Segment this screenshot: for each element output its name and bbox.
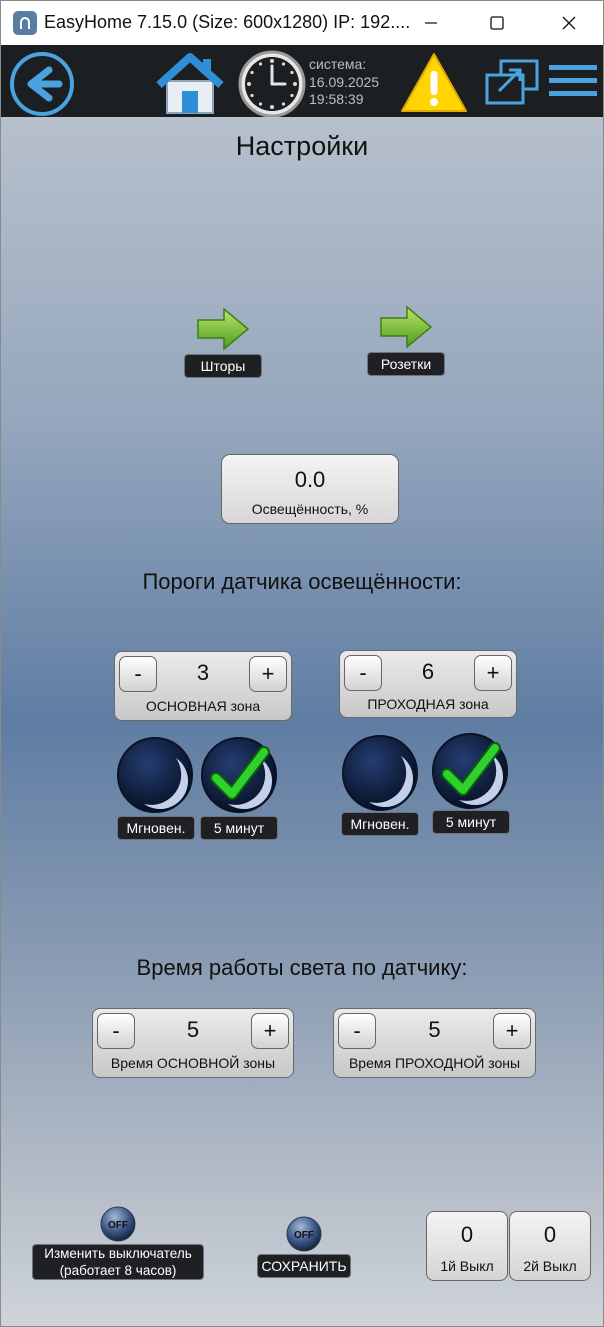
system-datetime: система: 16.09.2025 19:58:39 — [309, 56, 379, 109]
system-time: 19:58:39 — [309, 91, 364, 107]
increment-button[interactable]: + — [493, 1013, 531, 1049]
app-header: система: 16.09.2025 19:58:39 — [1, 45, 603, 118]
green-arrow-icon[interactable] — [379, 305, 433, 349]
system-label: система: — [309, 56, 367, 72]
stepper-caption: ПРОХОДНАЯ зона — [367, 696, 489, 712]
decrement-button[interactable]: - — [344, 655, 382, 691]
mode-instant-button[interactable]: Мгновен. — [341, 812, 419, 836]
thresholds-title: Пороги датчика освещённости: — [142, 569, 462, 594]
worktime-title: Время работы света по датчику: — [136, 955, 468, 980]
window-switch-icon[interactable] — [483, 57, 541, 107]
close-button[interactable] — [541, 1, 597, 45]
off-badge-text: OFF — [294, 1230, 314, 1241]
increment-button[interactable]: + — [249, 656, 287, 692]
close-icon — [562, 16, 576, 30]
change-switch-button[interactable]: Изменить выключатель (работает 8 часов) — [32, 1244, 204, 1280]
minimize-icon — [425, 22, 437, 24]
decrement-button[interactable]: - — [97, 1013, 135, 1049]
title-bar: EasyHome 7.15.0 (Size: 600x1280) IP: 192… — [1, 1, 603, 45]
settings-page: Настройки Шторы Розетки 0.0 Освещённость… — [1, 117, 603, 1326]
home-icon[interactable] — [155, 53, 225, 115]
minimize-button[interactable] — [403, 1, 459, 45]
switch2-counter[interactable]: 0 2й Выкл — [509, 1211, 591, 1281]
increment-button[interactable]: + — [474, 655, 512, 691]
stepper-caption: ОСНОВНАЯ зона — [145, 698, 261, 714]
moon-icon[interactable] — [116, 736, 194, 814]
switch1-counter[interactable]: 0 1й Выкл — [426, 1211, 508, 1281]
back-arrow-icon[interactable] — [9, 51, 75, 117]
illumination-value: 0.0 — [294, 467, 326, 492]
checkmark-icon[interactable] — [200, 736, 278, 814]
page-title: Настройки — [235, 131, 369, 161]
illumination-readout: 0.0 Освещённость, % — [221, 454, 399, 524]
save-button[interactable]: СОХРАНИТЬ — [257, 1254, 351, 1278]
counter-caption: 1й Выкл — [440, 1258, 494, 1274]
illumination-caption: Освещённость, % — [251, 501, 369, 517]
stepper-value: 3 — [196, 660, 210, 685]
app-lock-icon — [13, 11, 37, 35]
checkmark-icon[interactable] — [431, 732, 509, 810]
moon-icon[interactable] — [341, 734, 419, 812]
curtains-nav-button[interactable]: Шторы — [184, 354, 262, 378]
increment-button[interactable]: + — [251, 1013, 289, 1049]
decrement-button[interactable]: - — [119, 656, 157, 692]
maximize-button[interactable] — [469, 1, 525, 45]
stepper-value: 5 — [186, 1017, 200, 1042]
sockets-nav-button[interactable]: Розетки — [367, 352, 445, 376]
stepper-value: 5 — [428, 1017, 441, 1042]
main-zone-threshold-stepper: - 3 + ОСНОВНАЯ зона — [114, 651, 292, 721]
passage-zone-threshold-stepper: - 6 + ПРОХОДНАЯ зона — [339, 650, 517, 718]
stepper-value: 6 — [421, 659, 435, 684]
window-title: EasyHome 7.15.0 (Size: 600x1280) IP: 192… — [44, 12, 411, 32]
change-switch-sublabel: (работает 8 часов) — [59, 1263, 177, 1278]
main-zone-time-stepper: - 5 + Время ОСНОВНОЙ зоны — [92, 1008, 294, 1078]
menu-icon[interactable] — [547, 61, 599, 101]
stepper-caption: Время ПРОХОДНОЙ зоны — [348, 1055, 521, 1071]
mode-delay-button[interactable]: 5 минут — [200, 816, 278, 840]
counter-value: 0 — [460, 1222, 474, 1247]
maximize-icon — [490, 16, 504, 30]
mode-instant-button[interactable]: Мгновен. — [117, 816, 195, 840]
stepper-caption: Время ОСНОВНОЙ зоны — [110, 1055, 276, 1071]
clock-icon — [238, 50, 306, 118]
off-toggle-icon[interactable]: OFF — [286, 1216, 322, 1252]
warning-icon[interactable] — [399, 51, 469, 115]
off-badge-text: OFF — [108, 1220, 128, 1231]
counter-caption: 2й Выкл — [523, 1258, 577, 1274]
decrement-button[interactable]: - — [338, 1013, 376, 1049]
system-date: 16.09.2025 — [309, 73, 380, 90]
mode-delay-button[interactable]: 5 минут — [432, 810, 510, 834]
green-arrow-icon[interactable] — [196, 307, 250, 351]
passage-zone-time-stepper: - 5 + Время ПРОХОДНОЙ зоны — [333, 1008, 536, 1078]
off-toggle-icon[interactable]: OFF — [100, 1206, 136, 1242]
app-window: EasyHome 7.15.0 (Size: 600x1280) IP: 192… — [0, 0, 604, 1327]
counter-value: 0 — [543, 1222, 557, 1247]
change-switch-label: Изменить выключатель — [44, 1246, 192, 1261]
